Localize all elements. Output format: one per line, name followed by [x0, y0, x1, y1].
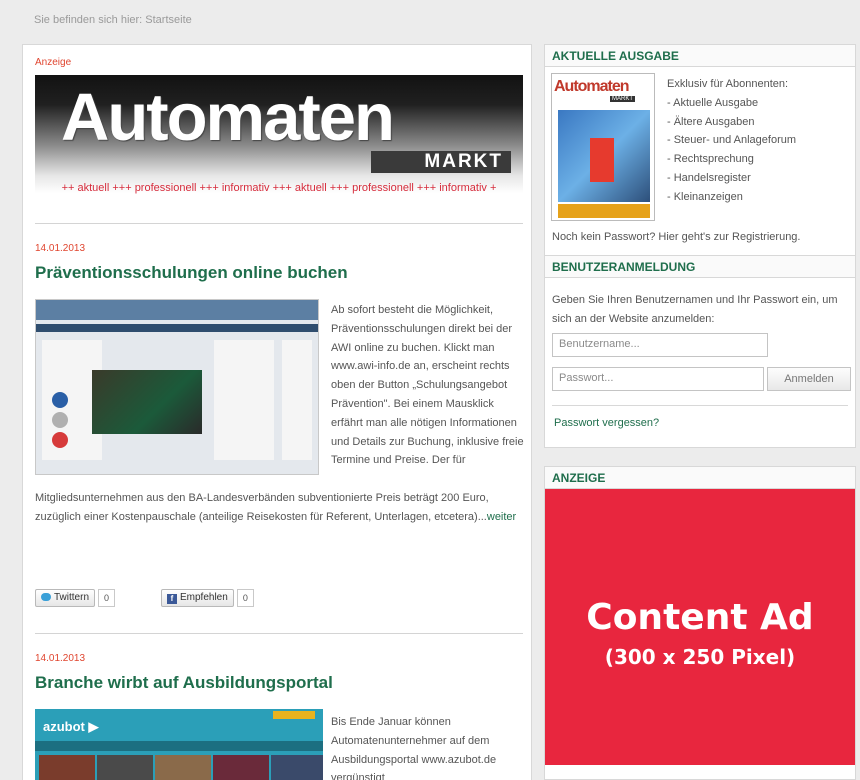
login-box: BENUTZERANMELDUNG [545, 255, 855, 278]
forgot-password-link[interactable]: Passwort vergessen? [554, 417, 659, 429]
article-thumbnail[interactable]: azubot ▶ [35, 709, 323, 780]
article-teaser: Bis Ende Januar können Automatenunterneh… [331, 716, 497, 780]
thumb-tag [273, 711, 315, 719]
facebook-icon: f [167, 594, 177, 604]
thumb-logo-icon [52, 392, 68, 408]
subscriber-item[interactable]: - Aktuelle Ausgabe [667, 94, 796, 113]
subscriber-item[interactable]: - Rechtsprechung [667, 150, 796, 169]
username-field[interactable]: Benutzername... [552, 333, 768, 357]
thumb-photo [92, 370, 202, 434]
thumb-header [36, 300, 318, 320]
azubot-logo-text: azubot [43, 719, 85, 734]
cover-graphic [590, 138, 614, 182]
article-teaser-continued: Mitgliedsunternehmen aus den BA-Landesve… [35, 489, 525, 527]
banner-ad[interactable]: Automaten MARKT [35, 75, 523, 193]
magazine-cover[interactable]: Automaten MARKT [551, 73, 655, 221]
facebook-share: f Empfehlen 0 [161, 589, 254, 607]
thumb-tile [213, 755, 269, 780]
article-date: 14.01.2013 [35, 653, 86, 664]
twitter-count: 0 [98, 589, 116, 607]
article-title[interactable]: Branche wirbt auf Ausbildungsportal [35, 673, 333, 693]
subscriber-item[interactable]: - Handelsregister [667, 169, 796, 188]
sidebar-account-box: AKTUELLE AUSGABE Automaten MARKT Exklusi… [544, 44, 856, 448]
twitter-button[interactable]: Twittern [35, 589, 96, 607]
page: Sie befinden sich hier: Startseite Anzei… [0, 0, 860, 780]
main-content: Anzeige Automaten MARKT ++ aktuell +++ p… [22, 44, 532, 780]
thumb-tile [97, 755, 153, 780]
subscriber-item[interactable]: - Ältere Ausgaben [667, 113, 796, 132]
banner-subtitle: MARKT [371, 151, 511, 173]
article-thumbnail[interactable] [35, 299, 319, 475]
current-issue-heading: AKTUELLE AUSGABE [545, 45, 855, 67]
facebook-label: Empfehlen [180, 592, 228, 603]
content-ad-title: Content Ad [586, 597, 814, 638]
subscriber-item[interactable]: - Kleinanzeigen [667, 188, 796, 207]
article-teaser: Ab sofort besteht die Möglichkeit, Präve… [331, 304, 524, 467]
ad-heading: ANZEIGE [545, 467, 855, 489]
azubot-logo: azubot ▶ [43, 719, 99, 734]
thumb-column [282, 340, 312, 460]
breadcrumb: Sie befinden sich hier: Startseite [34, 14, 192, 26]
subscriber-list: Exklusiv für Abonnenten: - Aktuelle Ausg… [667, 75, 796, 207]
banner-title: Automaten [61, 80, 395, 155]
registration-link[interactable]: Noch kein Passwort? Hier geht's zur Regi… [552, 231, 800, 243]
facebook-like-button[interactable]: f Empfehlen [161, 589, 234, 607]
twitter-icon [41, 593, 51, 601]
subscriber-item[interactable]: - Steuer- und Anlageforum [667, 131, 796, 150]
divider [552, 405, 848, 406]
thumb-column [214, 340, 274, 460]
cover-title: Automaten [554, 78, 630, 95]
divider [35, 633, 523, 634]
twitter-share: Twittern 0 [35, 589, 116, 607]
thumb-tile [39, 755, 95, 780]
thumb-tile [155, 755, 211, 780]
facebook-count: 0 [236, 589, 254, 607]
banner-ticker: ++ aktuell +++ professionell +++ informa… [61, 182, 497, 194]
twitter-label: Twittern [54, 592, 90, 603]
thumb-nav [35, 741, 323, 751]
content-ad-size: (300 x 250 Pixel) [604, 645, 796, 669]
password-field[interactable]: Passwort... [552, 367, 764, 391]
login-instructions: Geben Sie Ihren Benutzernamen und Ihr Pa… [552, 294, 838, 325]
cover-subtitle: MARKT [610, 96, 635, 102]
article-teaser-text: Mitgliedsunternehmen aus den BA-Landesve… [35, 492, 489, 523]
ad-label: Anzeige [35, 57, 72, 68]
subscriber-intro: Exklusiv für Abonnenten: [667, 78, 789, 90]
thumb-nav [36, 324, 318, 332]
article-title[interactable]: Präventionsschulungen online buchen [35, 263, 348, 283]
article-date: 14.01.2013 [35, 243, 86, 254]
login-heading: BENUTZERANMELDUNG [545, 256, 855, 278]
thumb-logo-icon [52, 412, 68, 428]
sidebar-ad-box: ANZEIGE Content Ad (300 x 250 Pixel) [544, 466, 856, 780]
content-ad[interactable]: Content Ad (300 x 250 Pixel) [545, 489, 855, 765]
thumb-tile [271, 755, 323, 780]
cover-footer [558, 204, 650, 218]
thumb-logo-icon [52, 432, 68, 448]
read-more-link[interactable]: weiter [487, 511, 516, 523]
login-button[interactable]: Anmelden [767, 367, 851, 391]
divider [35, 223, 523, 224]
